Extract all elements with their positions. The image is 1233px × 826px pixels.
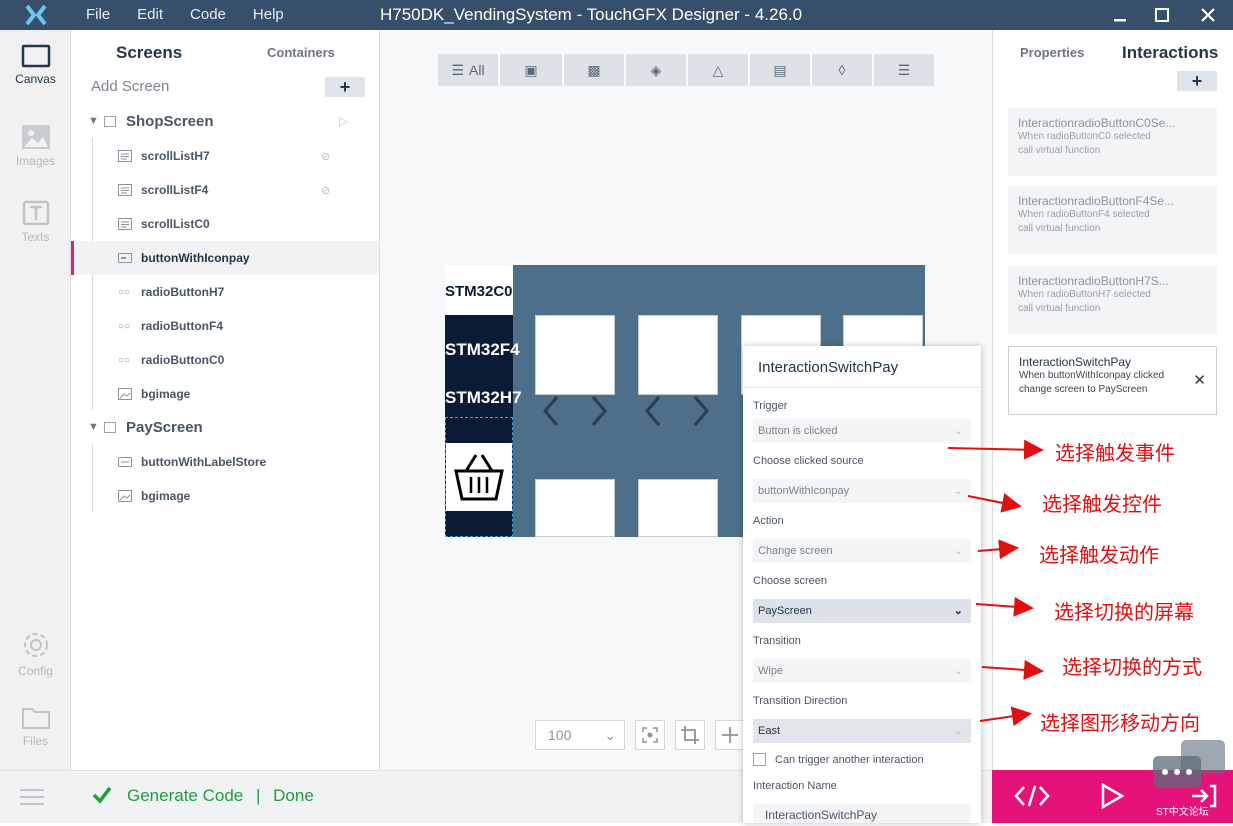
annotation-text: 选择图形移动方向 bbox=[1040, 713, 1200, 735]
annotation-arrow bbox=[977, 539, 1019, 560]
annotation-text: 选择触发事件 bbox=[1055, 443, 1175, 465]
annotation-text: 选择触发控件 bbox=[1042, 494, 1162, 516]
annotation-arrow bbox=[979, 706, 1032, 727]
annotation-arrow bbox=[967, 493, 1022, 513]
annotation-text: 选择切换的屏幕 bbox=[1054, 602, 1194, 624]
annotation-arrow bbox=[947, 439, 1044, 460]
annotation-arrow bbox=[975, 596, 1034, 617]
annotation-text: 选择切换的方式 bbox=[1062, 657, 1202, 679]
annotation-arrows bbox=[947, 439, 1044, 727]
annotation-text: 选择触发动作 bbox=[1039, 545, 1159, 567]
annotation-arrow bbox=[981, 659, 1044, 680]
